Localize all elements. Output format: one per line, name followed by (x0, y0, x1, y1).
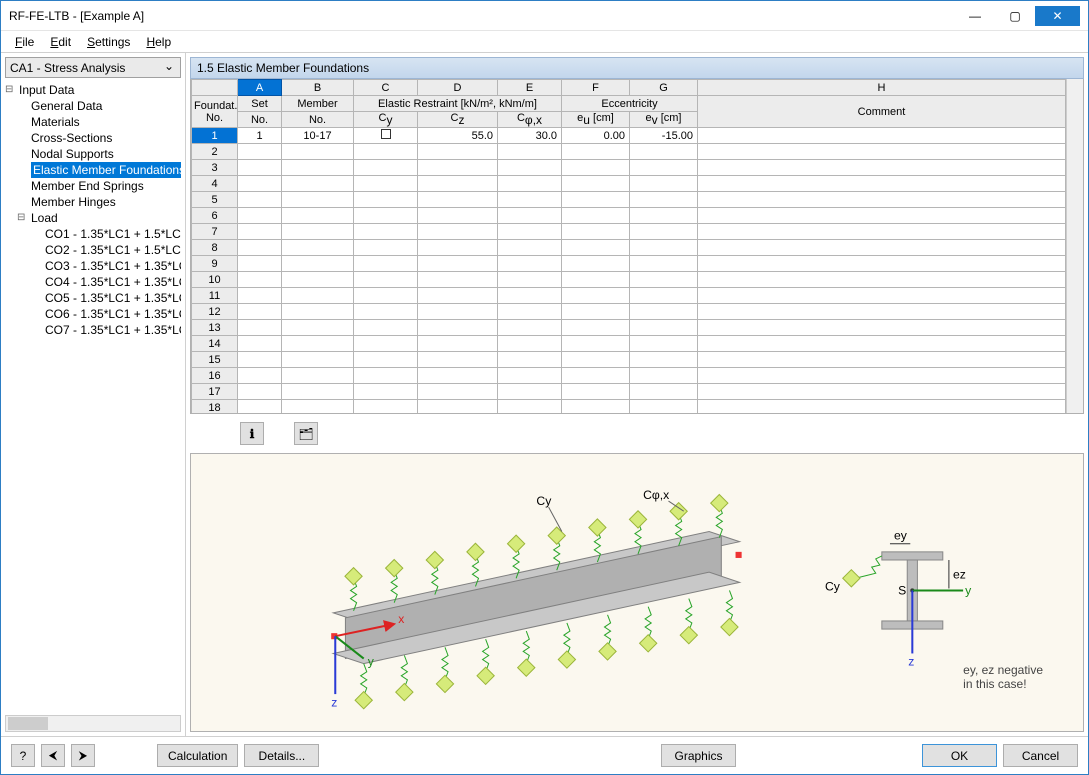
tree-item-elasticfoundations[interactable]: Elastic Member Foundations (5, 162, 181, 178)
col-g[interactable]: G (630, 80, 698, 96)
hdr-cphix: Cφ,x (498, 112, 562, 128)
diagram-svg: x y z Cy Cφ,x S (191, 454, 1083, 731)
cancel-button[interactable]: Cancel (1003, 744, 1078, 767)
svg-text:z: z (331, 695, 337, 709)
prev-button[interactable]: ⮜ (41, 744, 65, 767)
hdr-setno: No. (238, 112, 282, 128)
col-a[interactable]: A (238, 80, 282, 96)
data-grid[interactable]: A B C D E F G H Foundat.No. Set Me (191, 79, 1066, 413)
table-row[interactable]: 15 (192, 352, 1066, 368)
table-row[interactable]: 2 (192, 144, 1066, 160)
maximize-button[interactable]: ▢ (995, 6, 1035, 26)
hdr-set: Set (238, 96, 282, 112)
tree-root-input[interactable]: Input Data (5, 82, 181, 98)
tree-item-co4[interactable]: CO4 - 1.35*LC1 + 1.35*LC (5, 274, 181, 290)
table-row[interactable]: 12 (192, 304, 1066, 320)
table-row[interactable]: 11 (192, 288, 1066, 304)
hdr-eu: eu [cm] (562, 112, 630, 128)
tree-item-general[interactable]: General Data (5, 98, 181, 114)
hdr-foundat: Foundat.No. (192, 96, 238, 128)
grid-vscroll[interactable] (1066, 79, 1083, 413)
tree-item-co6[interactable]: CO6 - 1.35*LC1 + 1.35*LC (5, 306, 181, 322)
menubar: File Edit Settings Help (1, 31, 1088, 53)
table-row[interactable]: 1110-1755.030.00.00-15.00 (192, 128, 1066, 144)
table-row[interactable]: 17 (192, 384, 1066, 400)
tree-item-materials[interactable]: Materials (5, 114, 181, 130)
titlebar: RF-FE-LTB - [Example A] — ▢ ✕ (1, 1, 1088, 31)
help-button[interactable]: ? (11, 744, 35, 767)
nav-tree[interactable]: Input Data General Data Materials Cross-… (5, 82, 181, 713)
tree-item-nodalsupports[interactable]: Nodal Supports (5, 146, 181, 162)
hdr-comment: Comment (698, 96, 1066, 128)
svg-text:ey: ey (894, 529, 908, 543)
tree-item-hinges[interactable]: Member Hinges (5, 194, 181, 210)
table-row[interactable]: 16 (192, 368, 1066, 384)
tree-item-co1[interactable]: CO1 - 1.35*LC1 + 1.5*LC2 (5, 226, 181, 242)
graphics-button[interactable]: Graphics (661, 744, 736, 767)
menu-edit[interactable]: Edit (42, 33, 79, 51)
menu-file[interactable]: File (7, 33, 42, 51)
close-button[interactable]: ✕ (1035, 6, 1080, 26)
table-row[interactable]: 13 (192, 320, 1066, 336)
case-combo[interactable]: CA1 - Stress Analysis (5, 57, 181, 78)
svg-text:z: z (908, 655, 914, 669)
table-row[interactable]: 4 (192, 176, 1066, 192)
table-row[interactable]: 5 (192, 192, 1066, 208)
svg-text:ez: ez (953, 567, 966, 581)
table-row[interactable]: 14 (192, 336, 1066, 352)
tree-item-co2[interactable]: CO2 - 1.35*LC1 + 1.5*LC3 (5, 242, 181, 258)
table-row[interactable]: 8 (192, 240, 1066, 256)
sidebar-hscroll[interactable] (5, 715, 181, 732)
tree-item-crosssections[interactable]: Cross-Sections (5, 130, 181, 146)
svg-text:x: x (398, 612, 404, 626)
table-row[interactable]: 18 (192, 400, 1066, 413)
col-b[interactable]: B (282, 80, 354, 96)
col-f[interactable]: F (562, 80, 630, 96)
hdr-member: Member (282, 96, 354, 112)
tree-item-endsprings[interactable]: Member End Springs (5, 178, 181, 194)
panel-title: 1.5 Elastic Member Foundations (190, 57, 1084, 79)
hdr-ev: ev [cm] (630, 112, 698, 128)
library-button[interactable]: 🗂 (294, 422, 318, 445)
tree-item-co5[interactable]: CO5 - 1.35*LC1 + 1.35*LC (5, 290, 181, 306)
ok-button[interactable]: OK (922, 744, 997, 767)
hdr-memberno: No. (282, 112, 354, 128)
hdr-cz: Cz (418, 112, 498, 128)
svg-text:y: y (368, 655, 375, 669)
col-h[interactable]: H (698, 80, 1066, 96)
svg-text:Cφ,x: Cφ,x (643, 488, 669, 502)
info-button[interactable]: ℹ (240, 422, 264, 445)
tree-item-co7[interactable]: CO7 - 1.35*LC1 + 1.35*LC (5, 322, 181, 338)
table-row[interactable]: 3 (192, 160, 1066, 176)
calculation-button[interactable]: Calculation (157, 744, 238, 767)
tree-item-co3[interactable]: CO3 - 1.35*LC1 + 1.35*LC (5, 258, 181, 274)
col-e[interactable]: E (498, 80, 562, 96)
minimize-button[interactable]: — (955, 6, 995, 26)
svg-text:y: y (965, 584, 972, 598)
svg-text:Cy: Cy (825, 579, 841, 593)
tree-root-load[interactable]: Load (17, 210, 181, 226)
table-row[interactable]: 6 (192, 208, 1066, 224)
svg-text:Cy: Cy (536, 494, 552, 508)
table-row[interactable]: 7 (192, 224, 1066, 240)
window-title: RF-FE-LTB - [Example A] (9, 9, 955, 23)
menu-help[interactable]: Help (138, 33, 179, 51)
svg-text:S: S (898, 584, 906, 598)
diagram-note: ey, ez negativein this case! (963, 663, 1043, 691)
table-row[interactable]: 10 (192, 272, 1066, 288)
diagram-panel: x y z Cy Cφ,x S (190, 453, 1084, 732)
menu-settings[interactable]: Settings (79, 33, 138, 51)
table-row[interactable]: 9 (192, 256, 1066, 272)
hdr-ecc: Eccentricity (562, 96, 698, 112)
details-button[interactable]: Details... (244, 744, 319, 767)
next-button[interactable]: ⮞ (71, 744, 95, 767)
hdr-restraint: Elastic Restraint [kN/m², kNm/m] (354, 96, 562, 112)
col-d[interactable]: D (418, 80, 498, 96)
hdr-cy: Cy (354, 112, 418, 128)
col-c[interactable]: C (354, 80, 418, 96)
